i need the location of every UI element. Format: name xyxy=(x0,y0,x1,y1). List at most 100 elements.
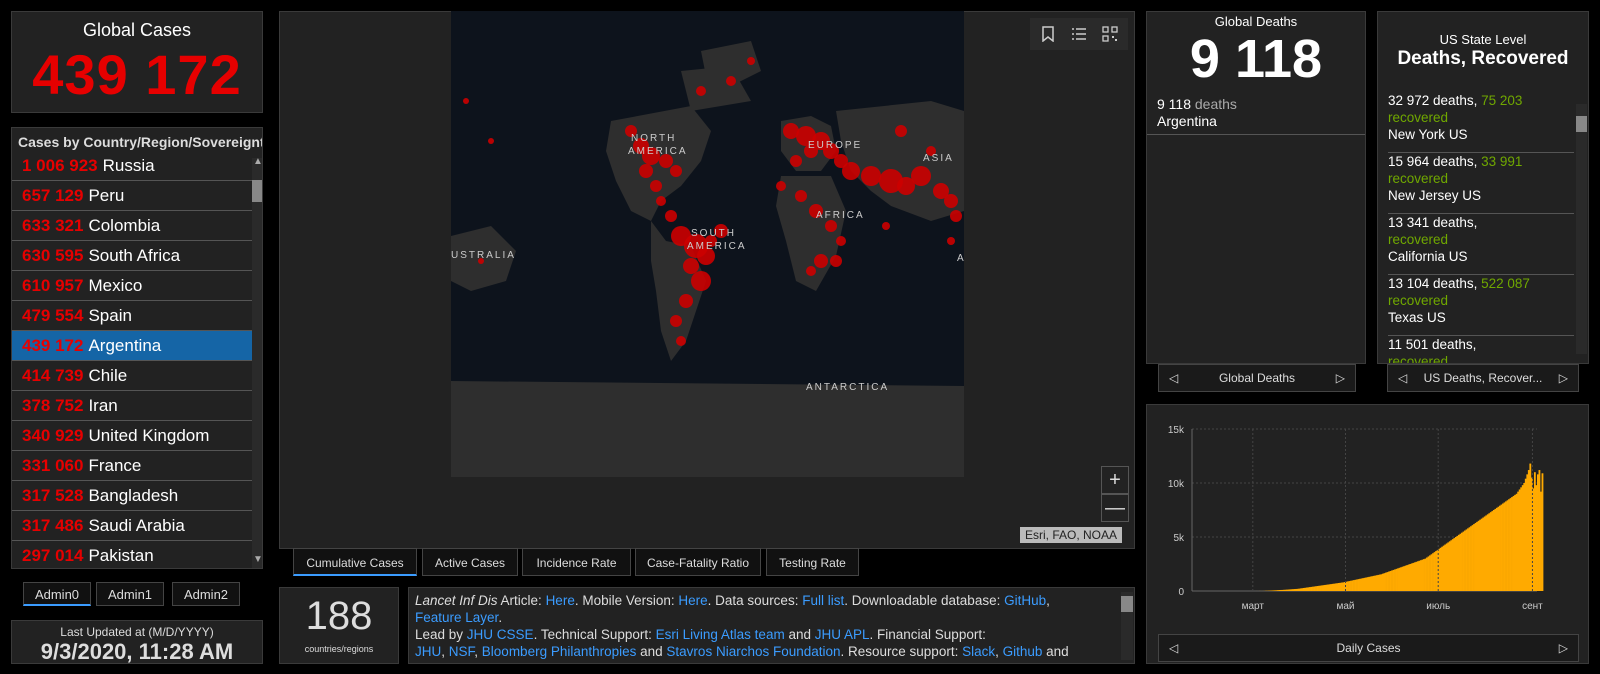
tab-case-fatality-ratio[interactable]: Case-Fatality Ratio xyxy=(635,548,761,576)
state-country: US xyxy=(1427,310,1446,325)
prev-arrow-icon[interactable]: ◁ xyxy=(1398,365,1407,391)
us-state-item[interactable]: 13 104 deaths, 522 087 recovered Texas US xyxy=(1388,275,1574,336)
tab-admin0[interactable]: Admin0 xyxy=(23,582,91,606)
case-dot[interactable] xyxy=(895,125,907,137)
tab-incidence-rate[interactable]: Incidence Rate xyxy=(522,548,631,576)
case-dot[interactable] xyxy=(679,294,693,308)
case-dot[interactable] xyxy=(830,255,842,267)
country-row[interactable]: 317 486 Saudi Arabia xyxy=(12,511,252,541)
case-dot[interactable] xyxy=(463,98,469,104)
country-row[interactable]: 297 014 Pakistan xyxy=(12,541,252,568)
case-dot[interactable] xyxy=(836,236,846,246)
case-dot[interactable] xyxy=(656,196,666,206)
country-list-scrollbar[interactable] xyxy=(252,158,262,568)
case-dot[interactable] xyxy=(726,76,736,86)
link-jhu-csse[interactable]: JHU CSSE xyxy=(467,627,534,642)
country-row[interactable]: 657 129 Peru xyxy=(12,181,252,211)
us-state-item[interactable]: 32 972 deaths, 75 203 recovered New York U… xyxy=(1388,92,1574,153)
case-dot[interactable] xyxy=(950,210,962,222)
bookmark-icon[interactable] xyxy=(1034,20,1062,48)
qr-grid-icon[interactable] xyxy=(1096,20,1124,48)
us-list-scrollbar[interactable] xyxy=(1576,104,1587,354)
link-full-list[interactable]: Full list xyxy=(802,593,844,608)
case-dot[interactable] xyxy=(806,266,816,276)
case-dot[interactable] xyxy=(944,194,958,208)
zoom-out-button[interactable]: — xyxy=(1101,494,1129,522)
case-dot[interactable] xyxy=(691,271,711,291)
country-name: Saudi Arabia xyxy=(88,516,185,535)
scroll-up-icon[interactable]: ▲ xyxy=(253,156,262,167)
country-row[interactable]: 630 595 South Africa xyxy=(12,241,252,271)
list-icon[interactable] xyxy=(1065,20,1093,48)
link-nsf[interactable]: NSF xyxy=(449,644,475,659)
credits-text-part: . Data sources: xyxy=(707,593,803,608)
link-article[interactable]: Here xyxy=(546,593,575,608)
case-dot[interactable] xyxy=(676,336,686,346)
next-arrow-icon[interactable]: ▷ xyxy=(1559,635,1568,661)
scrollbar-thumb[interactable] xyxy=(252,180,262,202)
us-state-item[interactable]: 11 501 deaths, recoveredFlorida US xyxy=(1388,336,1574,363)
link-bloomberg[interactable]: Bloomberg Philanthropies xyxy=(482,644,637,659)
map-canvas[interactable]: NORTH AMERICA SOUTH AMERICA EUROPE ASIA … xyxy=(451,11,964,477)
case-dot[interactable] xyxy=(882,222,890,230)
link-slack[interactable]: Slack xyxy=(962,644,995,659)
credits-journal: Lancet Inf Dis xyxy=(415,593,498,608)
next-arrow-icon[interactable]: ▷ xyxy=(1336,365,1345,391)
case-dot[interactable] xyxy=(911,166,931,186)
country-row[interactable]: 378 752 Iran xyxy=(12,391,252,421)
us-state-item[interactable]: 15 964 deaths, 33 991 recovered New Jersey… xyxy=(1388,153,1574,214)
next-arrow-icon[interactable]: ▷ xyxy=(1559,365,1568,391)
case-dot[interactable] xyxy=(665,210,677,222)
case-dot[interactable] xyxy=(683,258,699,274)
link-jhu-apl[interactable]: JHU APL xyxy=(815,627,870,642)
link-github[interactable]: GitHub xyxy=(1004,593,1046,608)
country-row[interactable]: 340 929 United Kingdom xyxy=(12,421,252,451)
tab-testing-rate[interactable]: Testing Rate xyxy=(766,548,859,576)
credits-scrollbar[interactable] xyxy=(1121,592,1133,660)
case-dot[interactable] xyxy=(747,57,755,65)
case-dot[interactable] xyxy=(842,162,860,180)
world-map[interactable]: NORTH AMERICA SOUTH AMERICA EUROPE ASIA … xyxy=(451,11,964,477)
link-esri-team[interactable]: Esri Living Atlas team xyxy=(656,627,785,642)
link-mobile[interactable]: Here xyxy=(678,593,707,608)
country-row[interactable]: 317 528 Bangladesh xyxy=(12,481,252,511)
country-row[interactable]: 633 321 Colombia xyxy=(12,211,252,241)
scrollbar-thumb[interactable] xyxy=(1576,116,1587,132)
case-dot[interactable] xyxy=(814,254,828,268)
country-row[interactable]: 1 006 923 Russia xyxy=(12,151,252,181)
country-row[interactable]: 414 739 Chile xyxy=(12,361,252,391)
tab-active-cases[interactable]: Active Cases xyxy=(422,548,518,576)
scrollbar-thumb[interactable] xyxy=(1121,596,1133,612)
case-dot[interactable] xyxy=(639,164,653,178)
case-dot[interactable] xyxy=(670,165,682,177)
tab-cumulative-cases[interactable]: Cumulative Cases xyxy=(293,548,417,576)
case-dot[interactable] xyxy=(825,220,837,232)
case-dot[interactable] xyxy=(790,155,802,167)
case-dot[interactable] xyxy=(861,166,881,186)
case-dot[interactable] xyxy=(795,190,807,202)
link-github2[interactable]: Github xyxy=(1003,644,1043,659)
state-deaths: 15 964 deaths, xyxy=(1388,154,1478,169)
case-dot[interactable] xyxy=(488,138,494,144)
link-stavros[interactable]: Stavros Niarchos Foundation xyxy=(666,644,840,659)
scroll-down-icon[interactable]: ▼ xyxy=(253,554,262,565)
country-row[interactable]: 331 060 France xyxy=(12,451,252,481)
case-dot[interactable] xyxy=(650,180,662,192)
case-dot[interactable] xyxy=(776,181,786,191)
case-dot[interactable] xyxy=(947,237,955,245)
case-dot[interactable] xyxy=(696,86,706,96)
us-state-item[interactable]: 13 341 deaths, recovered California US xyxy=(1388,214,1574,275)
tab-admin2[interactable]: Admin2 xyxy=(172,582,240,606)
country-row[interactable]: 479 554 Spain xyxy=(12,301,252,331)
countries-regions-value: 188 xyxy=(305,594,373,638)
tab-admin1[interactable]: Admin1 xyxy=(96,582,164,606)
link-feature-layer[interactable]: Feature Layer xyxy=(415,610,498,625)
prev-arrow-icon[interactable]: ◁ xyxy=(1169,365,1178,391)
prev-arrow-icon[interactable]: ◁ xyxy=(1169,635,1178,661)
zoom-in-button[interactable]: + xyxy=(1101,466,1129,494)
case-dot[interactable] xyxy=(670,315,682,327)
link-jhu[interactable]: JHU xyxy=(415,644,441,659)
country-row[interactable]: 610 957 Mexico xyxy=(12,271,252,301)
country-cases: 297 014 xyxy=(22,546,84,565)
country-row[interactable]: 439 172 Argentina xyxy=(12,331,252,361)
